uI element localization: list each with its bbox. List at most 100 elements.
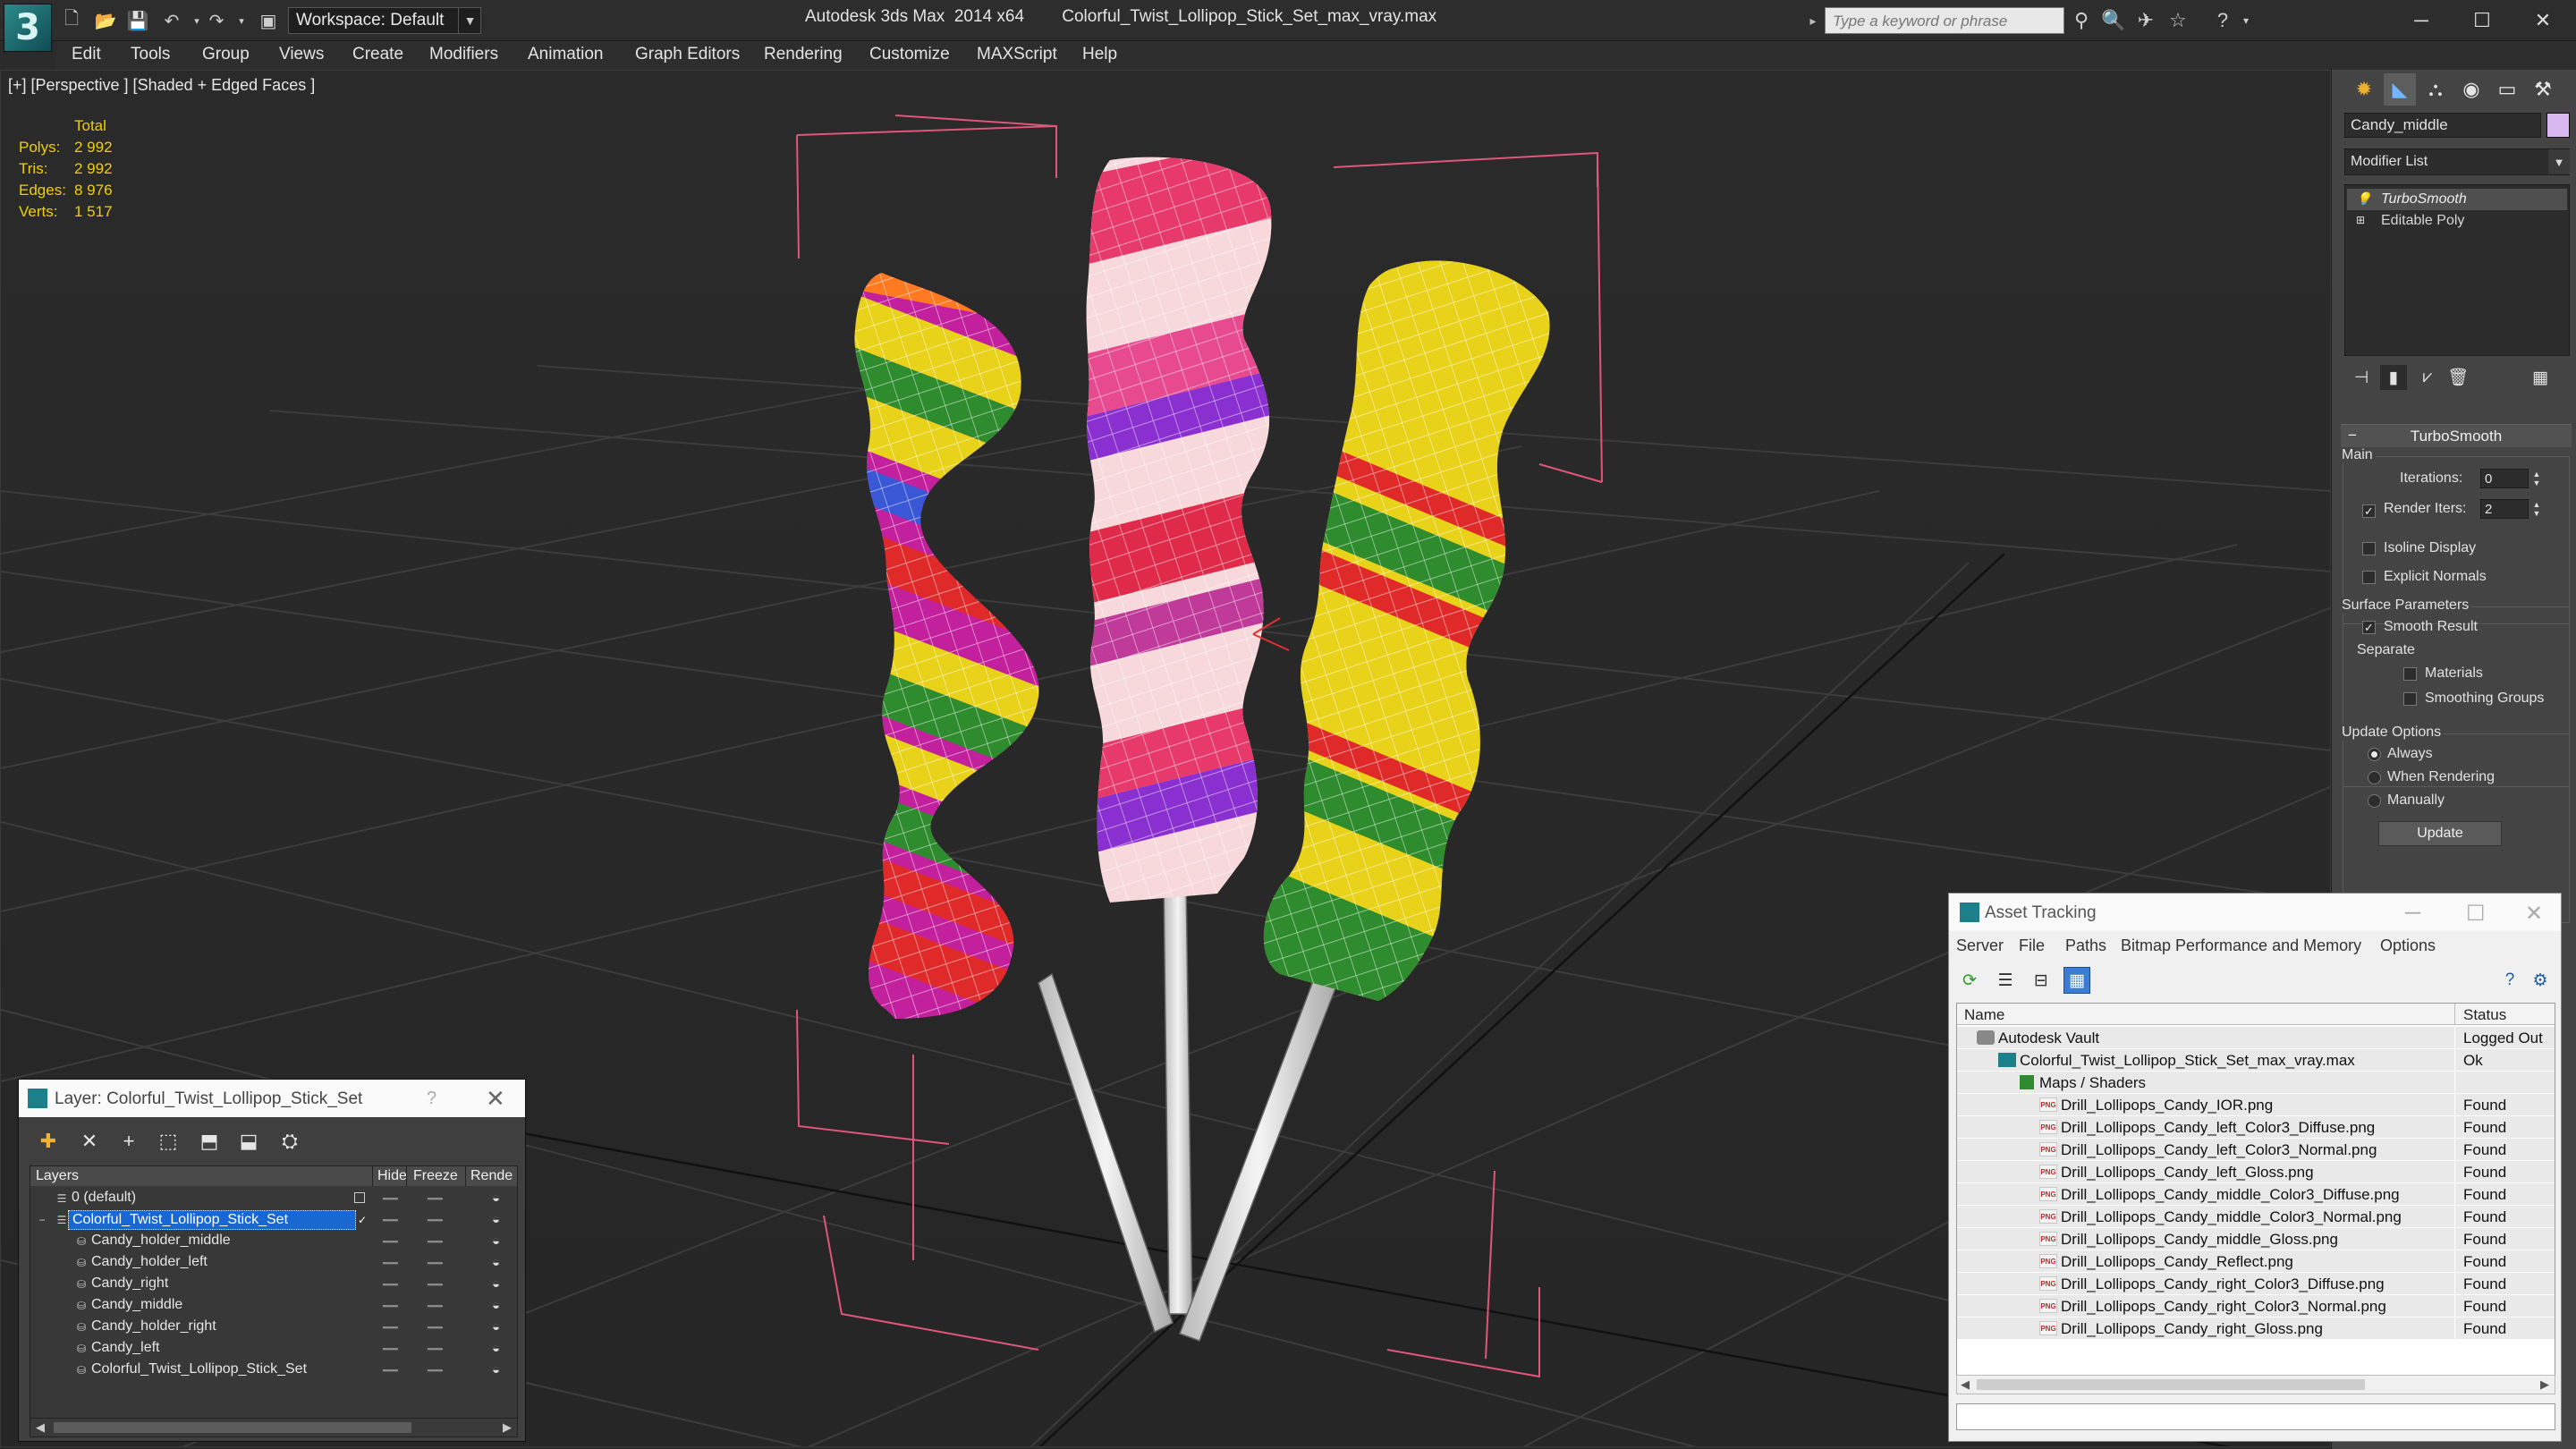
layer-row[interactable]: ⛁ Candy_holder_right ━━ ━━ ◒ bbox=[30, 1317, 517, 1338]
layer-dialog-titlebar[interactable]: Layer: Colorful_Twist_Lollipop_Stick_Set… bbox=[19, 1080, 525, 1117]
tree-view-icon[interactable]: ⊟ bbox=[2028, 967, 2055, 994]
menu-edit[interactable]: Edit bbox=[72, 45, 101, 64]
configure-sets-icon[interactable]: ▦ bbox=[2527, 365, 2554, 390]
update-when-rendering-radio[interactable] bbox=[2368, 771, 2381, 784]
render-teapot-icon[interactable]: ◒ bbox=[492, 1362, 500, 1377]
layer-row[interactable]: ⛁ Candy_right ━━ ━━ ◒ bbox=[30, 1274, 517, 1295]
layer-name[interactable]: Candy_holder_middle bbox=[88, 1232, 234, 1251]
asset-row[interactable]: Maps / Shaders bbox=[1957, 1072, 2555, 1094]
scroll-right-icon[interactable]: ▶ bbox=[503, 1420, 512, 1435]
project-folder-icon[interactable]: ▣ bbox=[256, 8, 281, 33]
open-file-icon[interactable]: 📂 bbox=[93, 8, 118, 33]
render-teapot-icon[interactable]: ◒ bbox=[492, 1255, 500, 1270]
menu-options[interactable]: Options bbox=[2380, 936, 2436, 955]
scroll-left-icon[interactable]: ◀ bbox=[36, 1420, 45, 1435]
freeze-toggle[interactable]: ━━ bbox=[428, 1320, 443, 1335]
layer-name[interactable]: Colorful_Twist_Lollipop_Stick_Set bbox=[68, 1210, 356, 1230]
hide-all-icon[interactable]: ⬓ bbox=[233, 1126, 264, 1157]
delete-layer-icon[interactable]: ✕ bbox=[74, 1126, 105, 1157]
new-file-icon[interactable]: 🗋 bbox=[59, 8, 84, 33]
layer-name[interactable]: Candy_right bbox=[88, 1275, 172, 1294]
menu-file[interactable]: File bbox=[2019, 936, 2045, 955]
render-teapot-icon[interactable]: ◒ bbox=[492, 1319, 500, 1335]
utilities-tab-icon[interactable]: ⚒ bbox=[2527, 73, 2559, 106]
app-menu-button[interactable]: 3 bbox=[4, 4, 52, 52]
close-icon[interactable]: ✕ bbox=[486, 1085, 505, 1113]
menu-tools[interactable]: Tools bbox=[131, 45, 170, 64]
column-freeze[interactable]: Freeze bbox=[413, 1168, 458, 1184]
help-dropdown-icon[interactable]: ▾ bbox=[2233, 8, 2259, 33]
collapse-icon[interactable]: − bbox=[36, 1214, 48, 1226]
current-layer-check-icon[interactable]: ✓ bbox=[356, 1214, 369, 1226]
layer-row[interactable]: ☰ 0 (default) ━━ ━━ ◒ bbox=[30, 1188, 517, 1209]
viewport-label[interactable]: [+] [Perspective ] [Shaded + Edged Faces… bbox=[8, 76, 315, 95]
asset-row[interactable]: PNG Drill_Lollipops_Candy_left_Color3_Di… bbox=[1957, 1116, 2555, 1139]
workspace-select[interactable]: Workspace: Default bbox=[288, 7, 481, 34]
update-always-radio[interactable] bbox=[2368, 748, 2381, 761]
asset-row[interactable]: Autodesk Vault Logged Out bbox=[1957, 1027, 2555, 1049]
search-expand-icon[interactable]: ▸ bbox=[1805, 9, 1821, 32]
menu-maxscript[interactable]: MAXScript bbox=[977, 45, 1057, 64]
layer-name[interactable]: 0 (default) bbox=[68, 1189, 140, 1208]
scroll-left-icon[interactable]: ◀ bbox=[1961, 1377, 1970, 1392]
column-status[interactable]: Status bbox=[2463, 1006, 2506, 1024]
pin-stack-icon[interactable]: ⊣ bbox=[2348, 365, 2375, 390]
hide-toggle[interactable]: ━━ bbox=[383, 1213, 398, 1228]
materials-checkbox[interactable] bbox=[2403, 667, 2417, 681]
stack-item-turbosmooth[interactable]: 💡 TurboSmooth bbox=[2347, 189, 2567, 210]
layer-row[interactable]: ⛁ Candy_middle ━━ ━━ ◒ bbox=[30, 1295, 517, 1317]
modify-tab-icon[interactable]: ◣ bbox=[2384, 73, 2416, 106]
redo-icon[interactable]: ↷ bbox=[204, 8, 229, 33]
hide-toggle[interactable]: ━━ bbox=[383, 1256, 398, 1271]
asset-row[interactable]: PNG Drill_Lollipops_Candy_right_Color3_D… bbox=[1957, 1273, 2555, 1295]
iterations-spinner[interactable]: 0 bbox=[2480, 469, 2529, 488]
menu-bitmap-performance[interactable]: Bitmap Performance and Memory bbox=[2121, 936, 2361, 955]
menu-customize[interactable]: Customize bbox=[869, 45, 950, 64]
communication-center-icon[interactable]: ✈ bbox=[2132, 8, 2159, 33]
layer-row[interactable]: ⛁ Candy_holder_left ━━ ━━ ◒ bbox=[30, 1252, 517, 1274]
asset-horizontal-scrollbar[interactable]: ◀ ▶ bbox=[1956, 1375, 2555, 1394]
render-teapot-icon[interactable]: ◒ bbox=[492, 1233, 500, 1249]
asset-tracking-titlebar[interactable]: Asset Tracking ─ ☐ ✕ bbox=[1949, 894, 2561, 931]
layer-row[interactable]: − ☰ Colorful_Twist_Lollipop_Stick_Set ✓ … bbox=[30, 1209, 517, 1231]
highlight-layer-icon[interactable]: ⬒ bbox=[194, 1126, 225, 1157]
asset-row[interactable]: PNG Drill_Lollipops_Candy_left_Color3_No… bbox=[1957, 1139, 2555, 1161]
subscription-icon[interactable]: 🔍 bbox=[2100, 8, 2127, 33]
show-end-result-icon[interactable]: ▮ bbox=[2380, 365, 2407, 390]
hide-toggle[interactable]: ━━ bbox=[383, 1363, 398, 1378]
column-hide[interactable]: Hide bbox=[377, 1168, 407, 1184]
hierarchy-tab-icon[interactable]: ⛬ bbox=[2419, 73, 2452, 106]
layer-row[interactable]: ⛁ Candy_left ━━ ━━ ◒ bbox=[30, 1338, 517, 1360]
asset-row[interactable]: PNG Drill_Lollipops_Candy_middle_Gloss.p… bbox=[1957, 1228, 2555, 1250]
column-layers[interactable]: Layers bbox=[36, 1168, 79, 1184]
object-color-swatch[interactable] bbox=[2546, 113, 2570, 138]
table-view-icon[interactable]: ▦ bbox=[2063, 967, 2090, 994]
asset-row[interactable]: PNG Drill_Lollipops_Candy_Reflect.png Fo… bbox=[1957, 1250, 2555, 1273]
render-teapot-icon[interactable]: ◒ bbox=[492, 1212, 500, 1227]
refresh-icon[interactable]: ⟳ bbox=[1956, 967, 1983, 994]
menu-server[interactable]: Server bbox=[1956, 936, 2004, 955]
help-icon[interactable]: ? bbox=[427, 1089, 436, 1109]
chevron-down-icon[interactable]: ▼ bbox=[458, 7, 481, 34]
close-icon[interactable]: ✕ bbox=[2525, 901, 2543, 927]
freeze-toggle[interactable]: ━━ bbox=[428, 1191, 443, 1207]
freeze-toggle[interactable]: ━━ bbox=[428, 1363, 443, 1378]
scrollbar-thumb[interactable] bbox=[1977, 1379, 2365, 1390]
asset-row[interactable]: PNG Drill_Lollipops_Candy_middle_Color3_… bbox=[1957, 1206, 2555, 1228]
asset-row[interactable]: PNG Drill_Lollipops_Candy_middle_Color3_… bbox=[1957, 1183, 2555, 1206]
menu-rendering[interactable]: Rendering bbox=[764, 45, 843, 64]
explicit-normals-checkbox[interactable] bbox=[2362, 571, 2376, 584]
search-input[interactable]: Type a keyword or phrase bbox=[1825, 7, 2064, 34]
expand-plus-icon[interactable]: ⊞ bbox=[2356, 214, 2368, 226]
make-unique-icon[interactable]: ⩗ bbox=[2414, 365, 2441, 390]
scroll-right-icon[interactable]: ▶ bbox=[2540, 1377, 2549, 1392]
layer-name[interactable]: Candy_holder_left bbox=[88, 1253, 211, 1273]
freeze-toggle[interactable]: ━━ bbox=[428, 1213, 443, 1228]
close-icon[interactable]: ✕ bbox=[2512, 4, 2574, 38]
menu-graph-editors[interactable]: Graph Editors bbox=[635, 45, 740, 64]
layer-horizontal-scrollbar[interactable]: ◀ ▶ bbox=[30, 1418, 518, 1437]
asset-row[interactable]: PNG Drill_Lollipops_Candy_left_Gloss.png… bbox=[1957, 1161, 2555, 1183]
column-render[interactable]: Rende bbox=[470, 1168, 513, 1184]
layer-name[interactable]: Candy_left bbox=[88, 1339, 164, 1359]
layer-name[interactable]: Candy_holder_right bbox=[88, 1318, 220, 1337]
